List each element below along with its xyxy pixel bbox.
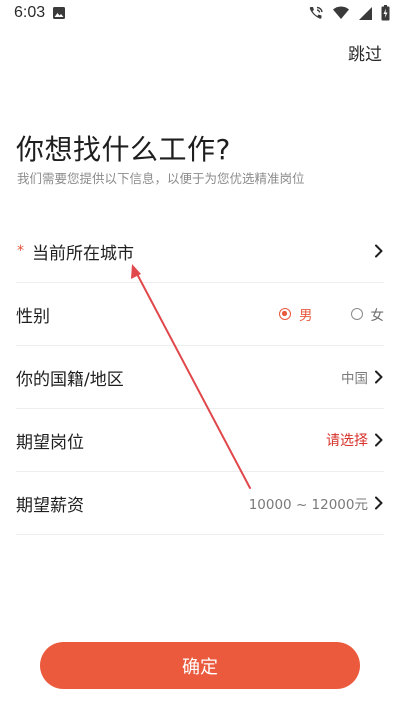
position-label: 期望岗位 (16, 432, 84, 453)
nationality-row[interactable]: 你的国籍/地区 中国 (16, 346, 384, 409)
image-icon (53, 7, 65, 19)
salary-value: 10000 ~ 12000元 (248, 497, 368, 513)
city-row[interactable]: * 当前所在城市 (16, 220, 384, 283)
gender-option-female[interactable]: 女 (350, 304, 385, 324)
gender-option-label: 女 (370, 308, 385, 324)
radio-checked-icon (279, 308, 291, 320)
gender-option-label: 男 (299, 308, 313, 324)
position-value: 请选择 (326, 433, 368, 449)
gender-row: 性别 男 女 (16, 283, 384, 346)
nationality-value: 中国 (341, 371, 368, 387)
chevron-right-icon (375, 496, 383, 510)
gender-radio-group: 男 女 (279, 283, 384, 345)
job-preference-form: * 当前所在城市 性别 男 女 你的国籍/地区 中国 期望岗位 请选择 期望薪资… (16, 220, 384, 535)
gender-option-male[interactable]: 男 (279, 304, 313, 324)
chevron-right-icon (375, 433, 383, 447)
wifi-calling-icon (309, 6, 323, 19)
chevron-right-icon (375, 244, 383, 258)
city-label: 当前所在城市 (32, 243, 134, 264)
radio-unchecked-icon (350, 308, 363, 320)
salary-row[interactable]: 期望薪资 10000 ~ 12000元 (16, 472, 384, 535)
nationality-label: 你的国籍/地区 (16, 369, 124, 390)
gender-label: 性别 (16, 306, 50, 327)
page-title: 你想找什么工作? (16, 133, 231, 166)
page-subtitle: 我们需要您提供以下信息，以便于为您优选精准岗位 (17, 171, 305, 186)
position-row[interactable]: 期望岗位 请选择 (16, 409, 384, 472)
salary-label: 期望薪资 (16, 495, 84, 516)
wifi-icon (333, 6, 349, 19)
status-bar: 6:03 (0, 0, 400, 28)
signal-icon (359, 6, 372, 20)
chevron-right-icon (375, 370, 383, 384)
confirm-button[interactable]: 确定 (40, 642, 360, 689)
status-time: 6:03 (14, 4, 46, 21)
battery-charging-icon (381, 5, 390, 21)
skip-button[interactable]: 跳过 (348, 40, 382, 65)
status-icons (308, 5, 390, 21)
required-mark: * (17, 243, 24, 259)
